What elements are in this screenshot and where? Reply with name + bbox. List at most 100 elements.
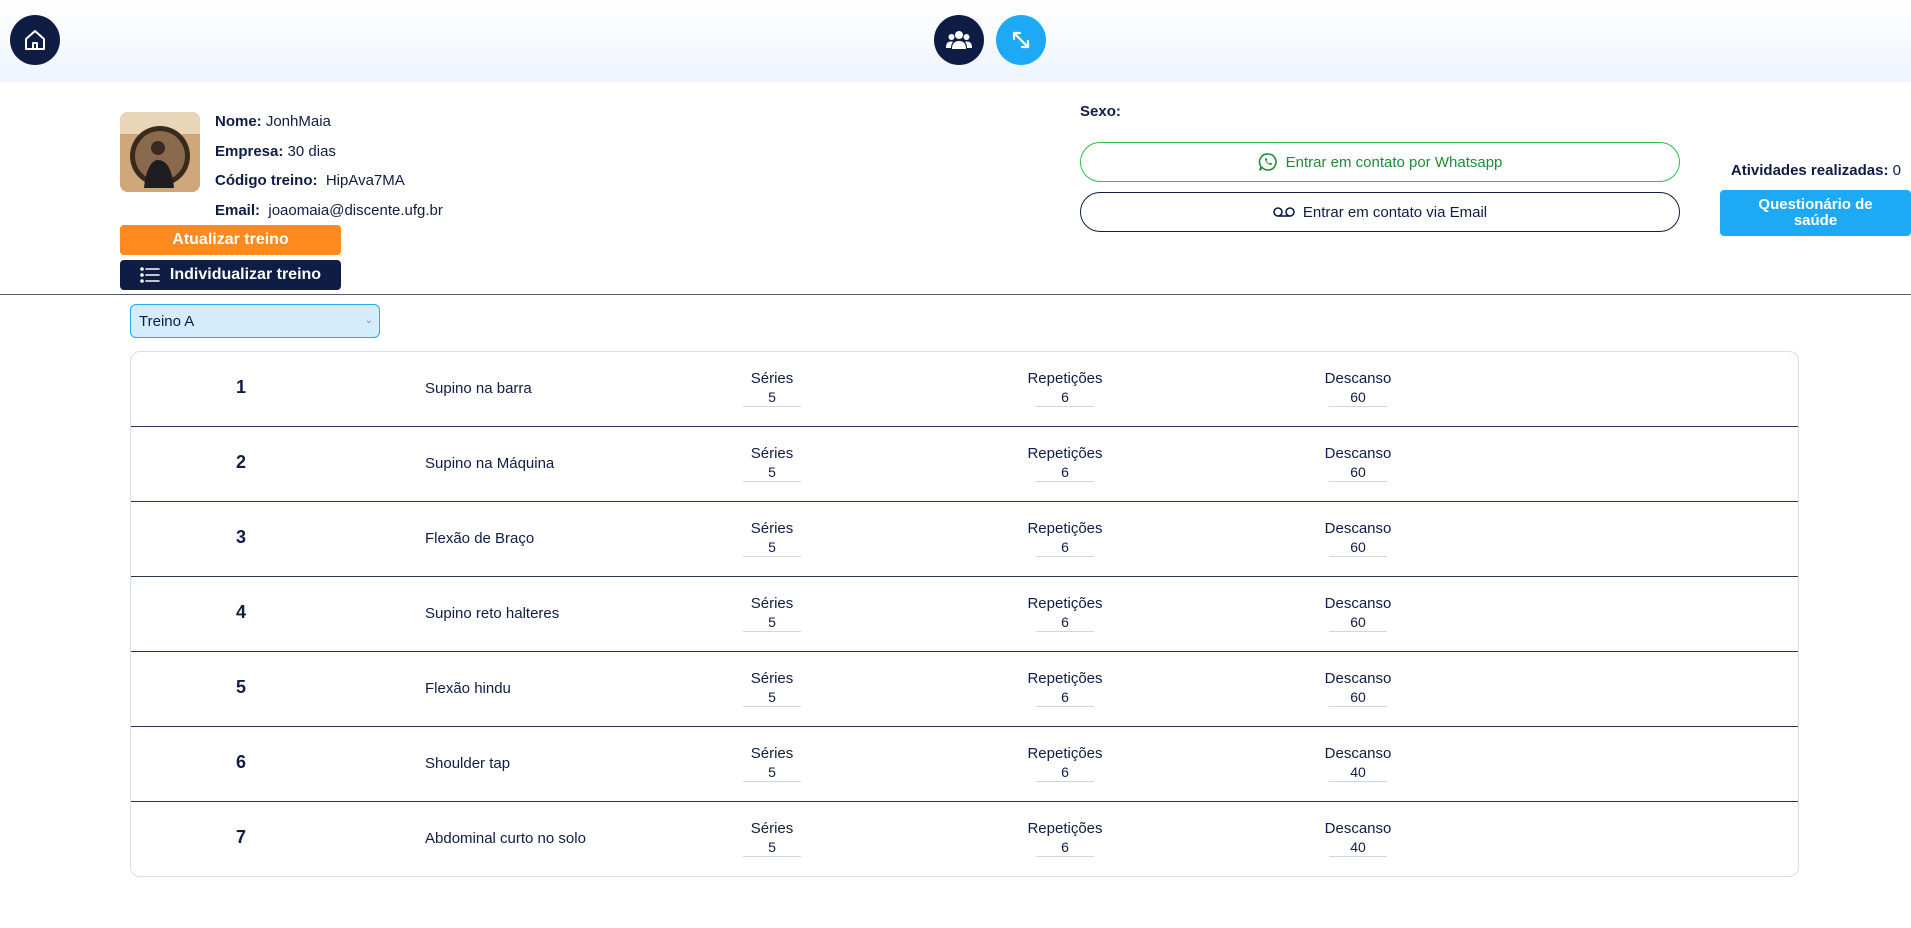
code-value: HipAva7MA xyxy=(325,172,405,189)
workout-select[interactable]: Treino A ⌄ xyxy=(130,304,380,338)
rest-label: Descanso xyxy=(1324,520,1392,537)
rest-label: Descanso xyxy=(1324,820,1392,837)
exercise-number: 3 xyxy=(235,527,246,547)
series-label: Séries xyxy=(750,595,794,612)
series-input[interactable]: 5 xyxy=(743,839,801,857)
rest-input[interactable]: 60 xyxy=(1329,614,1387,632)
reps-input[interactable]: 6 xyxy=(1036,389,1094,407)
reps-input[interactable]: 6 xyxy=(1036,539,1094,557)
company-label: Empresa: xyxy=(215,143,284,160)
rest-input[interactable]: 60 xyxy=(1329,389,1387,407)
reps-field: Repetições 6 xyxy=(995,370,1135,407)
home-button[interactable] xyxy=(10,15,60,65)
reps-input[interactable]: 6 xyxy=(1036,764,1094,782)
email-contact-button[interactable]: Entrar em contato via Email xyxy=(1080,192,1680,232)
exercise-number: 2 xyxy=(235,452,246,472)
exercise-row: 4 Supino reto halteres Séries 5 Repetiçõe… xyxy=(131,577,1798,652)
name-label: Nome: xyxy=(215,113,262,130)
series-input[interactable]: 5 xyxy=(743,539,801,557)
whatsapp-contact-label: Entrar em contato por Whatsapp xyxy=(1285,153,1503,171)
series-label: Séries xyxy=(750,670,794,687)
activities-value: 0 xyxy=(1892,162,1901,179)
reps-input[interactable]: 6 xyxy=(1036,689,1094,707)
series-field: Séries 5 xyxy=(702,820,842,857)
update-workout-button[interactable]: Atualizar treino xyxy=(120,225,341,255)
rest-input[interactable]: 40 xyxy=(1329,764,1387,782)
series-label: Séries xyxy=(750,370,794,387)
rest-label: Descanso xyxy=(1324,595,1392,612)
rest-field: Descanso 60 xyxy=(1288,370,1428,407)
email-label: Email: xyxy=(215,202,261,219)
sex-label: Sexo: xyxy=(1080,103,1121,120)
series-input[interactable]: 5 xyxy=(743,689,801,707)
rest-field: Descanso 40 xyxy=(1288,820,1428,857)
rest-input[interactable]: 60 xyxy=(1329,464,1387,482)
exercise-name: Flexão de Braço xyxy=(425,530,535,547)
whatsapp-contact-button[interactable]: Entrar em contato por Whatsapp xyxy=(1080,142,1680,182)
profile-code: Código treino: HipAva7MA xyxy=(215,172,405,189)
series-input[interactable]: 5 xyxy=(743,614,801,632)
series-label: Séries xyxy=(750,445,794,462)
update-workout-label: Atualizar treino xyxy=(172,231,289,248)
reps-label: Repetições xyxy=(1027,670,1103,687)
exercise-name: Abdominal curto no solo xyxy=(425,830,586,847)
reps-label: Repetições xyxy=(1027,595,1103,612)
rest-field: Descanso 60 xyxy=(1288,445,1428,482)
reps-input[interactable]: 6 xyxy=(1036,614,1094,632)
list-icon xyxy=(140,267,160,283)
email-contact-label: Entrar em contato via Email xyxy=(1302,203,1488,221)
series-input[interactable]: 5 xyxy=(743,389,801,407)
rest-field: Descanso 60 xyxy=(1288,520,1428,557)
exercise-number: 7 xyxy=(235,827,246,847)
whatsapp-icon xyxy=(1258,153,1277,171)
series-label: Séries xyxy=(750,745,794,762)
name-value: JonhMaia xyxy=(265,113,331,130)
health-questionnaire-label: Questionário de saúde xyxy=(1758,196,1873,229)
rest-label: Descanso xyxy=(1324,670,1392,687)
chevron-down-icon: ⌄ xyxy=(364,315,373,326)
avatar xyxy=(120,112,200,192)
email-value: joaomaia@discente.ufg.br xyxy=(268,202,443,219)
exercise-name: Supino na Máquina xyxy=(425,455,555,472)
individualize-workout-label: Individualizar treino xyxy=(169,266,322,283)
reps-field: Repetições 6 xyxy=(995,595,1135,632)
reps-input[interactable]: 6 xyxy=(1036,464,1094,482)
reps-field: Repetições 6 xyxy=(995,820,1135,857)
section-divider xyxy=(0,294,1911,295)
expand-icon xyxy=(1012,31,1030,49)
company-value: 30 dias xyxy=(287,143,336,160)
series-field: Séries 5 xyxy=(702,370,842,407)
expand-button[interactable] xyxy=(996,15,1046,65)
exercise-name: Supino reto halteres xyxy=(425,605,560,622)
series-field: Séries 5 xyxy=(702,670,842,707)
activities-label: Atividades realizadas: xyxy=(1730,162,1889,179)
rest-field: Descanso 60 xyxy=(1288,595,1428,632)
rest-label: Descanso xyxy=(1324,745,1392,762)
exercise-number: 6 xyxy=(235,752,246,772)
exercise-name: Flexão hindu xyxy=(425,680,511,697)
exercise-name: Shoulder tap xyxy=(425,755,511,772)
reps-field: Repetições 6 xyxy=(995,445,1135,482)
reps-input[interactable]: 6 xyxy=(1036,839,1094,857)
health-questionnaire-button[interactable]: Questionário de saúde xyxy=(1720,190,1911,236)
voicemail-icon xyxy=(1273,207,1295,217)
users-button[interactable] xyxy=(934,15,984,65)
exercise-row: 1 Supino na barra Séries 5 Repetições 6 De… xyxy=(131,352,1798,427)
rest-input[interactable]: 60 xyxy=(1329,689,1387,707)
profile-name: Nome: JonhMaia xyxy=(215,113,331,130)
series-input[interactable]: 5 xyxy=(743,764,801,782)
exercise-table: 1 Supino na barra Séries 5 Repetições 6 De… xyxy=(130,351,1799,877)
exercise-row: 6 Shoulder tap Séries 5 Repetições 6 Desca… xyxy=(131,727,1798,802)
exercise-number: 4 xyxy=(235,602,246,622)
rest-input[interactable]: 60 xyxy=(1329,539,1387,557)
individualize-workout-button[interactable]: Individualizar treino xyxy=(120,260,341,290)
series-field: Séries 5 xyxy=(702,520,842,557)
workout-select-value: Treino A xyxy=(139,312,195,330)
exercise-row: 5 Flexão hindu Séries 5 Repetições 6 Desca… xyxy=(131,652,1798,727)
reps-label: Repetições xyxy=(1027,745,1103,762)
exercise-row: 7 Abdominal curto no solo Séries 5 Repeti… xyxy=(131,802,1798,876)
rest-input[interactable]: 40 xyxy=(1329,839,1387,857)
series-input[interactable]: 5 xyxy=(743,464,801,482)
rest-field: Descanso 60 xyxy=(1288,670,1428,707)
reps-label: Repetições xyxy=(1027,820,1103,837)
